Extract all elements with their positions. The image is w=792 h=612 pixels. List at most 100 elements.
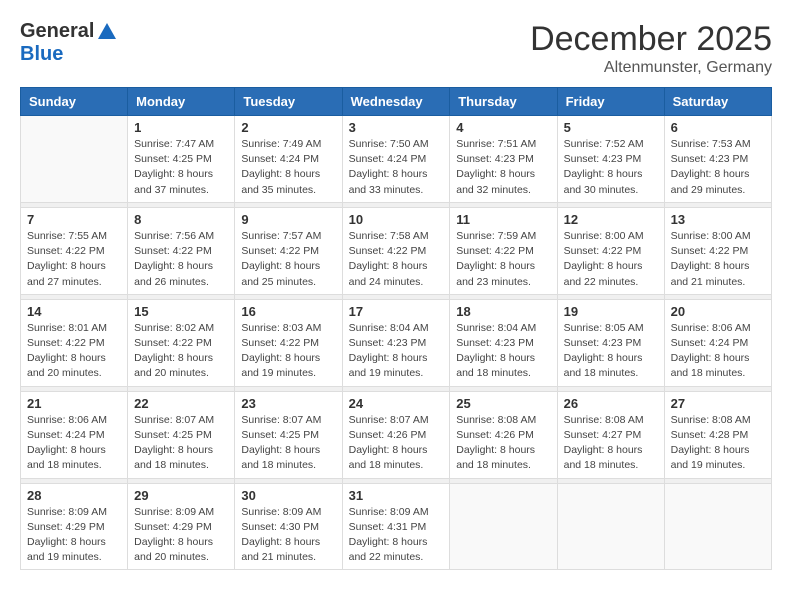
calendar-week-row: 1 Sunrise: 7:47 AM Sunset: 4:25 PM Daylig… <box>21 116 772 203</box>
table-row: 22 Sunrise: 8:07 AM Sunset: 4:25 PM Dayli… <box>128 391 235 478</box>
table-row: 4 Sunrise: 7:51 AM Sunset: 4:23 PM Daylig… <box>450 116 557 203</box>
day-number: 17 <box>349 304 444 319</box>
calendar-header-row: Sunday Monday Tuesday Wednesday Thursday… <box>21 88 772 116</box>
table-row: 21Sunrise: 8:06 AM Sunset: 4:24 PM Dayli… <box>21 391 128 478</box>
day-info: Sunrise: 8:00 AM Sunset: 4:22 PM Dayligh… <box>564 229 658 290</box>
calendar-week-row: 7 Sunrise: 7:55 AM Sunset: 4:22 PM Daylig… <box>21 207 772 294</box>
day-info: Sunrise: 8:04 AM Sunset: 4:23 PM Dayligh… <box>456 321 550 382</box>
day-info: Sunrise: 8:09 AM Sunset: 4:31 PM Dayligh… <box>349 505 444 566</box>
day-info: Sunrise: 8:07 AM Sunset: 4:25 PM Dayligh… <box>241 413 335 474</box>
location-title: Altenmunster, Germany <box>530 59 772 77</box>
day-info: Sunrise: 8:05 AM Sunset: 4:23 PM Dayligh… <box>564 321 658 382</box>
header-thursday: Thursday <box>450 88 557 116</box>
day-number: 22 <box>134 396 228 411</box>
day-number: 12 <box>564 212 658 227</box>
day-info: Sunrise: 7:51 AM Sunset: 4:23 PM Dayligh… <box>456 137 550 198</box>
day-info: Sunrise: 8:09 AM Sunset: 4:30 PM Dayligh… <box>241 505 335 566</box>
day-info: Sunrise: 8:08 AM Sunset: 4:28 PM Dayligh… <box>671 413 765 474</box>
table-row: 9 Sunrise: 7:57 AM Sunset: 4:22 PM Daylig… <box>235 207 342 294</box>
table-row: 25 Sunrise: 8:08 AM Sunset: 4:26 PM Dayli… <box>450 391 557 478</box>
day-info: Sunrise: 7:59 AM Sunset: 4:22 PM Dayligh… <box>456 229 550 290</box>
header-friday: Friday <box>557 88 664 116</box>
logo-blue-text: Blue <box>20 43 63 65</box>
day-info: Sunrise: 8:07 AM Sunset: 4:26 PM Dayligh… <box>349 413 444 474</box>
day-number: 15 <box>134 304 228 319</box>
day-number: 10 <box>349 212 444 227</box>
table-row: 26 Sunrise: 8:08 AM Sunset: 4:27 PM Dayli… <box>557 391 664 478</box>
day-info: Sunrise: 7:52 AM Sunset: 4:23 PM Dayligh… <box>564 137 658 198</box>
table-row: 12 Sunrise: 8:00 AM Sunset: 4:22 PM Dayli… <box>557 207 664 294</box>
calendar-table: Sunday Monday Tuesday Wednesday Thursday… <box>20 87 772 570</box>
table-row: 19 Sunrise: 8:05 AM Sunset: 4:23 PM Dayli… <box>557 299 664 386</box>
day-number: 7 <box>27 212 121 227</box>
table-row: 14 Sunrise: 8:01 AM Sunset: 4:22 PM Dayli… <box>21 299 128 386</box>
day-number: 9 <box>241 212 335 227</box>
table-row: 10 Sunrise: 7:58 AM Sunset: 4:22 PM Dayli… <box>342 207 450 294</box>
table-row: 24 Sunrise: 8:07 AM Sunset: 4:26 PM Dayli… <box>342 391 450 478</box>
day-number: 21 <box>27 396 121 411</box>
day-info: Sunrise: 8:02 AM Sunset: 4:22 PM Dayligh… <box>134 321 228 382</box>
header-wednesday: Wednesday <box>342 88 450 116</box>
logo-general-text: General <box>20 20 94 43</box>
table-row: 23 Sunrise: 8:07 AM Sunset: 4:25 PM Dayli… <box>235 391 342 478</box>
calendar-week-row: 21Sunrise: 8:06 AM Sunset: 4:24 PM Dayli… <box>21 391 772 478</box>
table-row: 7 Sunrise: 7:55 AM Sunset: 4:22 PM Daylig… <box>21 207 128 294</box>
header-saturday: Saturday <box>664 88 771 116</box>
day-info: Sunrise: 7:56 AM Sunset: 4:22 PM Dayligh… <box>134 229 228 290</box>
table-row: 28Sunrise: 8:09 AM Sunset: 4:29 PM Dayli… <box>21 483 128 570</box>
day-number: 6 <box>671 120 765 135</box>
day-info: Sunrise: 7:55 AM Sunset: 4:22 PM Dayligh… <box>27 229 121 290</box>
day-number: 2 <box>241 120 335 135</box>
day-number: 31 <box>349 488 444 503</box>
header-tuesday: Tuesday <box>235 88 342 116</box>
day-number: 1 <box>134 120 228 135</box>
logo: General Blue <box>20 20 118 66</box>
day-number: 4 <box>456 120 550 135</box>
table-row: 30Sunrise: 8:09 AM Sunset: 4:30 PM Dayli… <box>235 483 342 570</box>
table-row <box>664 483 771 570</box>
day-number: 13 <box>671 212 765 227</box>
day-number: 20 <box>671 304 765 319</box>
day-number: 27 <box>671 396 765 411</box>
table-row: 20 Sunrise: 8:06 AM Sunset: 4:24 PM Dayli… <box>664 299 771 386</box>
day-number: 16 <box>241 304 335 319</box>
day-info: Sunrise: 8:08 AM Sunset: 4:27 PM Dayligh… <box>564 413 658 474</box>
day-info: Sunrise: 8:01 AM Sunset: 4:22 PM Dayligh… <box>27 321 121 382</box>
day-number: 19 <box>564 304 658 319</box>
day-info: Sunrise: 8:00 AM Sunset: 4:22 PM Dayligh… <box>671 229 765 290</box>
day-info: Sunrise: 7:49 AM Sunset: 4:24 PM Dayligh… <box>241 137 335 198</box>
table-row: 31 Sunrise: 8:09 AM Sunset: 4:31 PM Dayli… <box>342 483 450 570</box>
day-number: 18 <box>456 304 550 319</box>
day-info: Sunrise: 8:07 AM Sunset: 4:25 PM Dayligh… <box>134 413 228 474</box>
day-number: 24 <box>349 396 444 411</box>
day-number: 29 <box>134 488 228 503</box>
table-row: 17Sunrise: 8:04 AM Sunset: 4:23 PM Dayli… <box>342 299 450 386</box>
day-number: 3 <box>349 120 444 135</box>
day-info: Sunrise: 8:08 AM Sunset: 4:26 PM Dayligh… <box>456 413 550 474</box>
day-number: 25 <box>456 396 550 411</box>
day-number: 11 <box>456 212 550 227</box>
day-number: 23 <box>241 396 335 411</box>
table-row: 1 Sunrise: 7:47 AM Sunset: 4:25 PM Daylig… <box>128 116 235 203</box>
day-info: Sunrise: 7:53 AM Sunset: 4:23 PM Dayligh… <box>671 137 765 198</box>
day-number: 26 <box>564 396 658 411</box>
title-block: December 2025 Altenmunster, Germany <box>530 20 772 77</box>
table-row: 27 Sunrise: 8:08 AM Sunset: 4:28 PM Dayli… <box>664 391 771 478</box>
table-row: 11 Sunrise: 7:59 AM Sunset: 4:22 PM Dayli… <box>450 207 557 294</box>
day-number: 14 <box>27 304 121 319</box>
table-row: 16 Sunrise: 8:03 AM Sunset: 4:22 PM Dayli… <box>235 299 342 386</box>
table-row: 8 Sunrise: 7:56 AM Sunset: 4:22 PM Daylig… <box>128 207 235 294</box>
header-monday: Monday <box>128 88 235 116</box>
table-row <box>557 483 664 570</box>
table-row: 29 Sunrise: 8:09 AM Sunset: 4:29 PM Dayli… <box>128 483 235 570</box>
header-sunday: Sunday <box>21 88 128 116</box>
day-info: Sunrise: 8:06 AM Sunset: 4:24 PM Dayligh… <box>671 321 765 382</box>
calendar-week-row: 28Sunrise: 8:09 AM Sunset: 4:29 PM Dayli… <box>21 483 772 570</box>
day-info: Sunrise: 7:47 AM Sunset: 4:25 PM Dayligh… <box>134 137 228 198</box>
day-info: Sunrise: 7:58 AM Sunset: 4:22 PM Dayligh… <box>349 229 444 290</box>
day-info: Sunrise: 7:57 AM Sunset: 4:22 PM Dayligh… <box>241 229 335 290</box>
day-info: Sunrise: 8:09 AM Sunset: 4:29 PM Dayligh… <box>134 505 228 566</box>
month-title: December 2025 <box>530 20 772 59</box>
day-info: Sunrise: 8:03 AM Sunset: 4:22 PM Dayligh… <box>241 321 335 382</box>
day-number: 8 <box>134 212 228 227</box>
